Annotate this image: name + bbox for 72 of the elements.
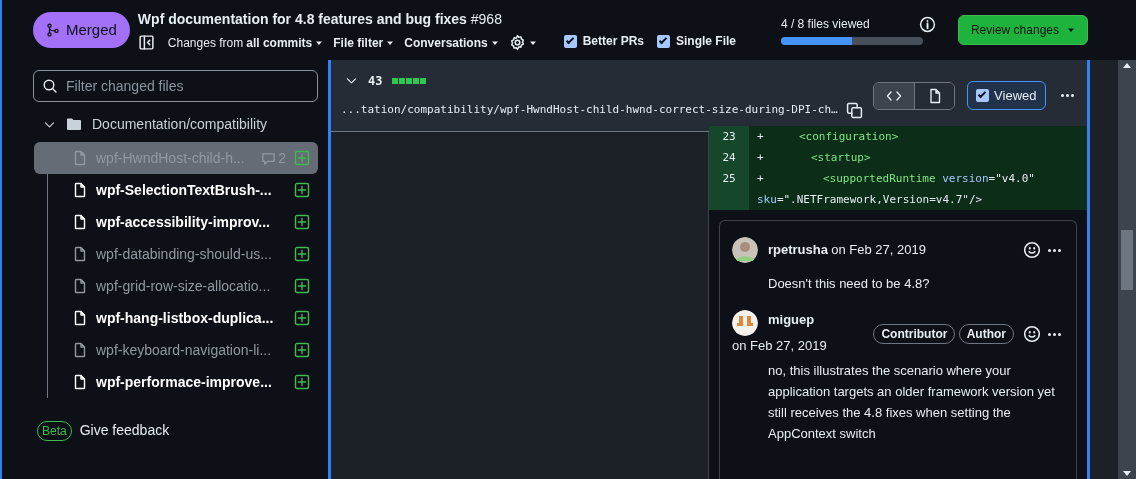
checkbox-label: Single File bbox=[676, 33, 736, 50]
info-icon[interactable] bbox=[918, 16, 936, 33]
comment-date: on Feb 27, 2019 bbox=[831, 241, 926, 260]
comment-icon bbox=[261, 150, 277, 166]
viewed-toggle[interactable]: Viewed bbox=[967, 80, 1046, 111]
avatar[interactable] bbox=[732, 237, 758, 263]
file-added-icon bbox=[294, 214, 310, 230]
dropdown-button[interactable]: Changes from all commits bbox=[162, 33, 329, 52]
comment-date: on Feb 27, 2019 bbox=[732, 337, 827, 355]
file-view-button[interactable] bbox=[914, 82, 955, 109]
line-number: 23 bbox=[709, 126, 749, 147]
file-icon bbox=[72, 182, 88, 198]
file-added-icon bbox=[294, 342, 310, 358]
comment-text: no, this illustrates the scenario where your application targets an older framework version yet still receives the 4.8 fixes when setting the AppContext switch bbox=[767, 361, 1056, 443]
line-number: 24 bbox=[709, 147, 749, 168]
pr-title: Wpf documentation for 4.8 features and bug fixes #968 bbox=[137, 9, 503, 29]
scroll-thumb[interactable] bbox=[1121, 229, 1133, 290]
file-added-icon bbox=[294, 374, 310, 390]
checkbox[interactable] bbox=[563, 34, 577, 48]
search-icon bbox=[42, 78, 58, 94]
file-path: ...tation/compatibility/wpf-HwndHost-child-hwnd-correct-size-during-DPI-ch… bbox=[341, 102, 838, 119]
settings-icon bbox=[508, 34, 526, 51]
file-added-icon bbox=[294, 310, 310, 326]
scrollbar[interactable] bbox=[1118, 60, 1136, 479]
file-icon bbox=[72, 310, 88, 326]
file-tree-item[interactable]: wpf-keyboard-navigation-li... bbox=[34, 334, 318, 366]
file-icon bbox=[72, 342, 88, 358]
dropdown-button[interactable]: File filter bbox=[328, 33, 400, 52]
checkbox[interactable] bbox=[657, 34, 670, 48]
file-icon bbox=[72, 214, 88, 230]
code-line: + <configuration> bbox=[756, 129, 900, 145]
code-line: + <startup> bbox=[756, 150, 872, 166]
files-viewed-label: 4 / 8 files viewed bbox=[780, 16, 871, 33]
file-added-icon bbox=[294, 182, 310, 198]
file-tree-item[interactable]: wpf-performace-improve... bbox=[34, 366, 318, 398]
author-link[interactable]: rpetrusha bbox=[768, 240, 828, 260]
file-added-icon bbox=[294, 150, 310, 166]
file-icon bbox=[72, 246, 88, 262]
file-added-icon bbox=[294, 278, 310, 294]
file-icon bbox=[72, 150, 88, 166]
file-tree-item[interactable]: wpf-accessibility-improv... bbox=[34, 206, 318, 238]
checkbox-label: Better PRs bbox=[582, 33, 644, 50]
dropdown-button[interactable]: Conversations bbox=[399, 33, 504, 52]
avatar[interactable] bbox=[732, 310, 758, 336]
emoji-icon[interactable] bbox=[1023, 241, 1042, 259]
caret-icon bbox=[1067, 26, 1075, 34]
file-tree-item[interactable]: wpf-databinding-should-us... bbox=[34, 238, 318, 270]
file-tree-item[interactable]: wpf-hang-listbox-duplica... bbox=[34, 302, 318, 334]
additions-count: 43 bbox=[368, 72, 383, 90]
scroll-down-icon[interactable] bbox=[1123, 471, 1131, 476]
code-line: + <supportedRuntime version="v4.0" sku=".NETFramework,Version=v4.7"/> bbox=[756, 171, 1036, 208]
folder-icon bbox=[66, 116, 82, 132]
code-view-button[interactable] bbox=[874, 82, 915, 109]
line-number: 25 bbox=[709, 168, 749, 210]
comment-text: Doesn't this need to be 4.8? bbox=[767, 275, 931, 293]
author-link[interactable]: miguep bbox=[768, 310, 815, 330]
sidebar-toggle-icon[interactable] bbox=[137, 34, 155, 51]
feedback-link[interactable]: Give feedback bbox=[79, 420, 170, 441]
file-added-icon bbox=[294, 246, 310, 262]
scroll-up-icon[interactable] bbox=[1123, 63, 1131, 68]
filter-field[interactable]: Filter changed files bbox=[33, 70, 318, 102]
review-changes-button[interactable]: Review changes bbox=[957, 15, 1088, 45]
file-tree-item[interactable]: wpf-SelectionTextBrush-... bbox=[34, 174, 318, 206]
merge-icon bbox=[46, 23, 60, 37]
emoji-icon[interactable] bbox=[1023, 325, 1042, 343]
file-icon bbox=[72, 374, 88, 390]
folder-name[interactable]: Documentation/compatibility bbox=[92, 113, 268, 135]
copy-icon[interactable] bbox=[845, 102, 863, 119]
file-tree-item[interactable]: wpf-grid-row-size-allocatio... bbox=[34, 270, 318, 302]
merged-status: Merged bbox=[33, 11, 130, 49]
file-icon bbox=[72, 278, 88, 294]
diffstat-icon bbox=[392, 77, 428, 84]
